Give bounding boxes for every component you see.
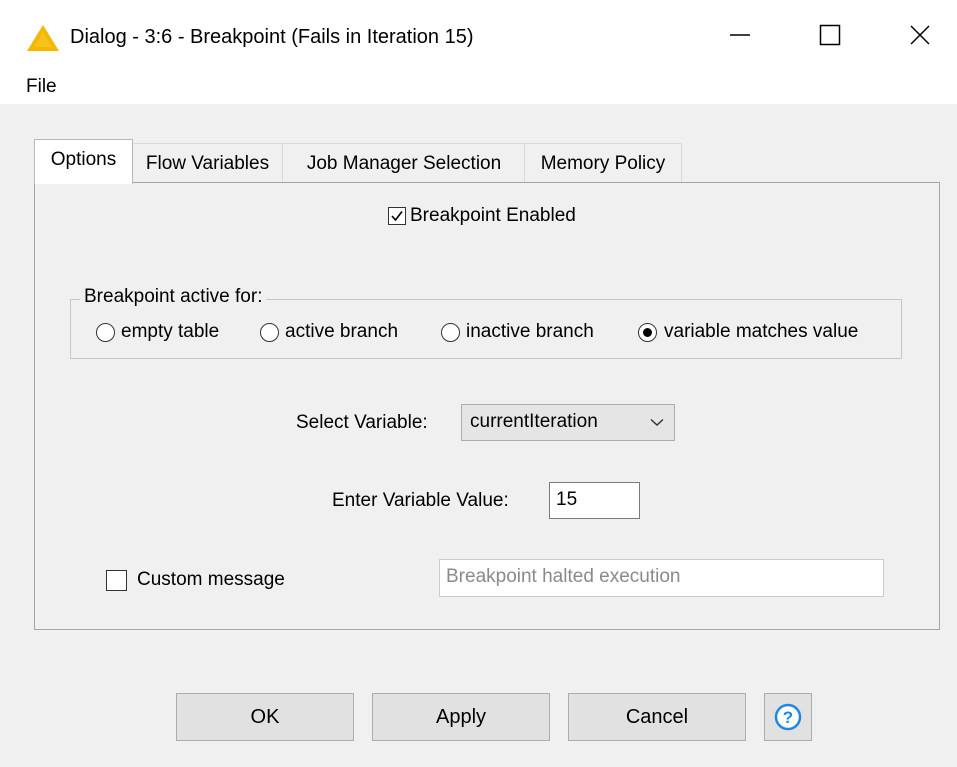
svg-text:?: ? <box>783 708 793 727</box>
radio-empty-table[interactable] <box>96 323 115 342</box>
warning-triangle-icon <box>26 24 60 52</box>
custom-message-checkbox[interactable] <box>106 570 127 591</box>
select-variable-label: Select Variable: <box>296 412 428 433</box>
tab-flow-variables[interactable]: Flow Variables <box>131 143 284 183</box>
variable-value-label: Enter Variable Value: <box>332 490 509 511</box>
custom-message-label: Custom message <box>137 569 285 590</box>
tab-memory-policy[interactable]: Memory Policy <box>524 143 682 183</box>
custom-message-input[interactable]: Breakpoint halted execution <box>439 559 884 597</box>
window-title: Dialog - 3:6 - Breakpoint (Fails in Iter… <box>70 26 474 48</box>
radio-empty-table-label: empty table <box>121 321 220 342</box>
title-bar: Dialog - 3:6 - Breakpoint (Fails in Iter… <box>0 0 957 70</box>
help-icon: ? <box>774 703 802 731</box>
menu-bar: File <box>0 70 957 104</box>
tab-job-manager-selection[interactable]: Job Manager Selection <box>282 143 526 183</box>
select-variable-value: currentIteration <box>470 411 598 432</box>
radio-variable-matches-value-label: variable matches value <box>664 321 859 342</box>
custom-message-text: Breakpoint halted execution <box>446 566 681 587</box>
ok-button[interactable]: OK <box>176 693 354 741</box>
minimize-button[interactable] <box>710 10 770 60</box>
close-button[interactable] <box>890 10 950 60</box>
radio-inactive-branch[interactable] <box>441 323 460 342</box>
apply-button[interactable]: Apply <box>372 693 550 741</box>
help-button[interactable]: ? <box>764 693 812 741</box>
radio-inactive-branch-label: inactive branch <box>466 321 594 342</box>
radio-active-branch[interactable] <box>260 323 279 342</box>
breakpoint-enabled-checkbox[interactable] <box>388 207 406 225</box>
breakpoint-enabled-label: Breakpoint Enabled <box>410 205 576 226</box>
cancel-button[interactable]: Cancel <box>568 693 746 741</box>
radio-selected-dot <box>643 328 652 337</box>
chevron-down-icon <box>650 418 664 426</box>
radio-variable-matches-value[interactable] <box>638 323 657 342</box>
variable-value-text: 15 <box>556 489 578 510</box>
menu-file[interactable]: File <box>26 75 57 99</box>
tab-options[interactable]: Options <box>34 139 133 184</box>
close-icon <box>910 25 930 45</box>
maximize-button[interactable] <box>800 10 860 60</box>
select-variable-dropdown[interactable]: currentIteration <box>461 404 675 441</box>
variable-value-input[interactable]: 15 <box>549 482 640 519</box>
breakpoint-active-title: Breakpoint active for: <box>80 285 267 309</box>
radio-active-branch-label: active branch <box>285 321 399 342</box>
checkmark-icon <box>391 211 403 222</box>
